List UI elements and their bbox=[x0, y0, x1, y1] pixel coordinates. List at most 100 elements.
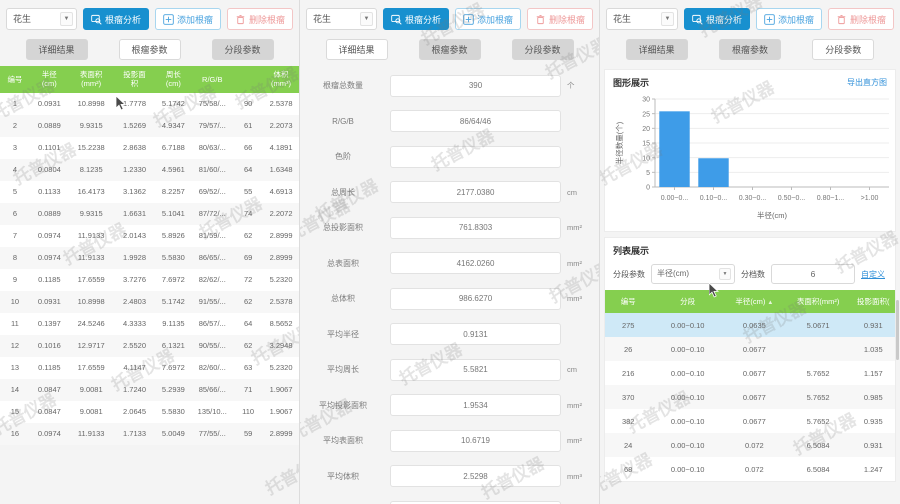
param-value-field[interactable]: 0.9131 bbox=[390, 323, 561, 345]
detail-results-table-wrapper[interactable]: 编号 半径(cm) 表面积(mm²) 投影面积 周长(cm) R/G/B 体积(… bbox=[0, 66, 299, 504]
param-value-field[interactable]: 2.5298 bbox=[390, 465, 561, 487]
param-value-field[interactable]: 390 bbox=[390, 75, 561, 97]
trash-icon bbox=[535, 14, 546, 25]
tab-segment-params-mid[interactable]: 分段参数 bbox=[512, 39, 574, 60]
add-nodule-button-left[interactable]: 添加根瘤 bbox=[155, 8, 221, 30]
param-value-field[interactable] bbox=[390, 146, 561, 168]
table-cell: 275 bbox=[605, 313, 651, 337]
analyze-icon bbox=[391, 14, 402, 25]
col-projected-area[interactable]: 投影面积 bbox=[114, 66, 156, 93]
col-perimeter[interactable]: 周长(cm) bbox=[155, 66, 191, 93]
table-row[interactable]: 10.093110.89981.77785.174275/58/...902.5… bbox=[0, 93, 299, 115]
table-row[interactable]: 2160.00~0.100.06775.76521.157 bbox=[605, 361, 895, 385]
table-row[interactable]: 3700.00~0.100.06775.76520.985 bbox=[605, 385, 895, 409]
tab-detail-results-left[interactable]: 详细结果 bbox=[26, 39, 88, 60]
table-row[interactable]: 680.00~0.100.0726.50841.247 bbox=[605, 457, 895, 481]
table-cell: 0.0677 bbox=[724, 409, 785, 433]
param-value-field[interactable]: 10.6719 bbox=[390, 430, 561, 452]
add-nodule-button-right[interactable]: 添加根瘤 bbox=[756, 8, 822, 30]
species-select-left[interactable]: 花生 ▼ bbox=[6, 8, 77, 30]
export-histogram-link[interactable]: 导出直方图 bbox=[847, 77, 887, 88]
table-cell: 3.2948 bbox=[263, 335, 299, 357]
tab-detail-results-mid[interactable]: 详细结果 bbox=[326, 39, 388, 60]
table-row[interactable]: 120.101612.97172.55206.132190/55/...623.… bbox=[0, 335, 299, 357]
add-nodule-label: 添加根瘤 bbox=[177, 13, 213, 26]
col-rgb[interactable]: R/G/B bbox=[191, 66, 233, 93]
histogram-chart[interactable]: 0510152025300.00~0...0.10~0...0.30~0...0… bbox=[605, 91, 895, 231]
bin-count-input[interactable]: 6 bbox=[771, 264, 855, 284]
table-row[interactable]: 260.00~0.100.06771.035 bbox=[605, 337, 895, 361]
param-value-field[interactable]: 986.6270 bbox=[390, 288, 561, 310]
segment-param-select[interactable]: 半径(cm) ▼ bbox=[651, 264, 735, 284]
seg-col-radius[interactable]: 半径(cm)▲ bbox=[724, 290, 785, 313]
table-cell: 2.8999 bbox=[263, 225, 299, 247]
add-nodule-button-mid[interactable]: 添加根瘤 bbox=[455, 8, 521, 30]
analyze-nodule-button-right[interactable]: 根瘤分析 bbox=[684, 8, 750, 30]
table-cell: 5.2939 bbox=[155, 379, 191, 401]
analyze-nodule-button-mid[interactable]: 根瘤分析 bbox=[383, 8, 449, 30]
table-cell: 4.1147 bbox=[114, 357, 156, 379]
delete-nodule-button-left[interactable]: 删除根瘤 bbox=[227, 8, 293, 30]
table-cell: 7.6972 bbox=[155, 357, 191, 379]
table-row[interactable]: 30.110115.22382.86386.718880/63/...664.1… bbox=[0, 137, 299, 159]
table-cell: 0.1185 bbox=[30, 269, 69, 291]
param-label: 色阶 bbox=[300, 151, 386, 162]
table-row[interactable]: 60.08899.93151.66315.104187/72/...742.20… bbox=[0, 203, 299, 225]
param-row: 平均投影面积1.9534mm² bbox=[300, 388, 599, 424]
tab-segment-params-right[interactable]: 分段参数 bbox=[812, 39, 874, 60]
table-cell: 79/57/... bbox=[191, 115, 233, 137]
table-row[interactable]: 20.08899.93151.52694.934779/57/...612.20… bbox=[0, 115, 299, 137]
seg-col-surface-area[interactable]: 表面积(mm²) bbox=[785, 290, 852, 313]
col-gray[interactable] bbox=[233, 66, 263, 93]
col-id[interactable]: 编号 bbox=[0, 66, 30, 93]
delete-nodule-button-right[interactable]: 删除根瘤 bbox=[828, 8, 894, 30]
table-cell: 0.0677 bbox=[724, 385, 785, 409]
table-row[interactable]: 50.113316.41733.13628.225769/52/...554.6… bbox=[0, 181, 299, 203]
col-radius[interactable]: 半径(cm) bbox=[30, 66, 69, 93]
chevron-down-icon: ▼ bbox=[661, 12, 674, 26]
param-value-field[interactable]: 5.5821 bbox=[390, 359, 561, 381]
vertical-scrollbar[interactable] bbox=[896, 300, 899, 360]
table-cell: 8.1235 bbox=[69, 159, 114, 181]
table-cell: 0.0931 bbox=[30, 93, 69, 115]
tab-nodule-params-mid[interactable]: 根瘤参数 bbox=[419, 39, 481, 60]
seg-col-projected-area[interactable]: 投影面积( bbox=[851, 290, 895, 313]
table-row[interactable]: 3820.00~0.100.06775.76520.935 bbox=[605, 409, 895, 433]
param-value-field[interactable]: 1.9534 bbox=[390, 394, 561, 416]
tab-detail-results-right[interactable]: 详细结果 bbox=[626, 39, 688, 60]
param-value-field[interactable]: 761.8303 bbox=[390, 217, 561, 239]
delete-nodule-button-mid[interactable]: 删除根瘤 bbox=[527, 8, 593, 30]
table-row[interactable]: 70.097411.91332.01435.892681/59/...622.8… bbox=[0, 225, 299, 247]
col-surface-area[interactable]: 表面积(mm²) bbox=[69, 66, 114, 93]
bin-count-value: 6 bbox=[811, 269, 816, 279]
table-row[interactable]: 150.08479.00812.06455.5830135/10...1101.… bbox=[0, 401, 299, 423]
table-row[interactable]: 140.08479.00811.72405.293985/66/...711.9… bbox=[0, 379, 299, 401]
table-cell: 59 bbox=[233, 423, 263, 445]
table-row[interactable]: 130.118517.65594.11477.697282/60/...635.… bbox=[0, 357, 299, 379]
param-value-field[interactable]: 86/64/46 bbox=[390, 110, 561, 132]
table-row[interactable]: 240.00~0.100.0726.50840.931 bbox=[605, 433, 895, 457]
table-cell: 0.0677 bbox=[724, 361, 785, 385]
custom-link[interactable]: 自定义 bbox=[861, 269, 885, 280]
table-row[interactable]: 110.139724.52464.33339.113586/57/...648.… bbox=[0, 313, 299, 335]
table-row[interactable]: 100.093110.89982.48035.174291/55/...622.… bbox=[0, 291, 299, 313]
analyze-nodule-label: 根瘤分析 bbox=[105, 13, 141, 26]
table-cell: 24.5246 bbox=[69, 313, 114, 335]
tab-segment-params-left[interactable]: 分段参数 bbox=[212, 39, 274, 60]
param-value-field[interactable]: 4162.0260 bbox=[390, 252, 561, 274]
table-row[interactable]: 2750.00~0.100.06355.06710.931 bbox=[605, 313, 895, 337]
table-row[interactable]: 90.118517.65593.72767.697282/62/...725.2… bbox=[0, 269, 299, 291]
table-cell: 1.247 bbox=[851, 457, 895, 481]
analyze-nodule-button-left[interactable]: 根瘤分析 bbox=[83, 8, 149, 30]
seg-col-id[interactable]: 编号 bbox=[605, 290, 651, 313]
tab-nodule-params-left[interactable]: 根瘤参数 bbox=[119, 39, 181, 60]
param-row: R/G/B86/64/46 bbox=[300, 104, 599, 140]
table-row[interactable]: 40.08048.12351.23304.596181/60/...641.63… bbox=[0, 159, 299, 181]
param-value-field[interactable]: 2177.0380 bbox=[390, 181, 561, 203]
species-select-right[interactable]: 花生 ▼ bbox=[606, 8, 678, 30]
col-volume[interactable]: 体积(mm³) bbox=[263, 66, 299, 93]
species-select-mid[interactable]: 花生 ▼ bbox=[306, 8, 377, 30]
table-row[interactable]: 80.097411.91331.99285.583086/65/...692.8… bbox=[0, 247, 299, 269]
tab-nodule-params-right[interactable]: 根瘤参数 bbox=[719, 39, 781, 60]
table-row[interactable]: 160.097411.91331.71335.004977/55/...592.… bbox=[0, 423, 299, 445]
